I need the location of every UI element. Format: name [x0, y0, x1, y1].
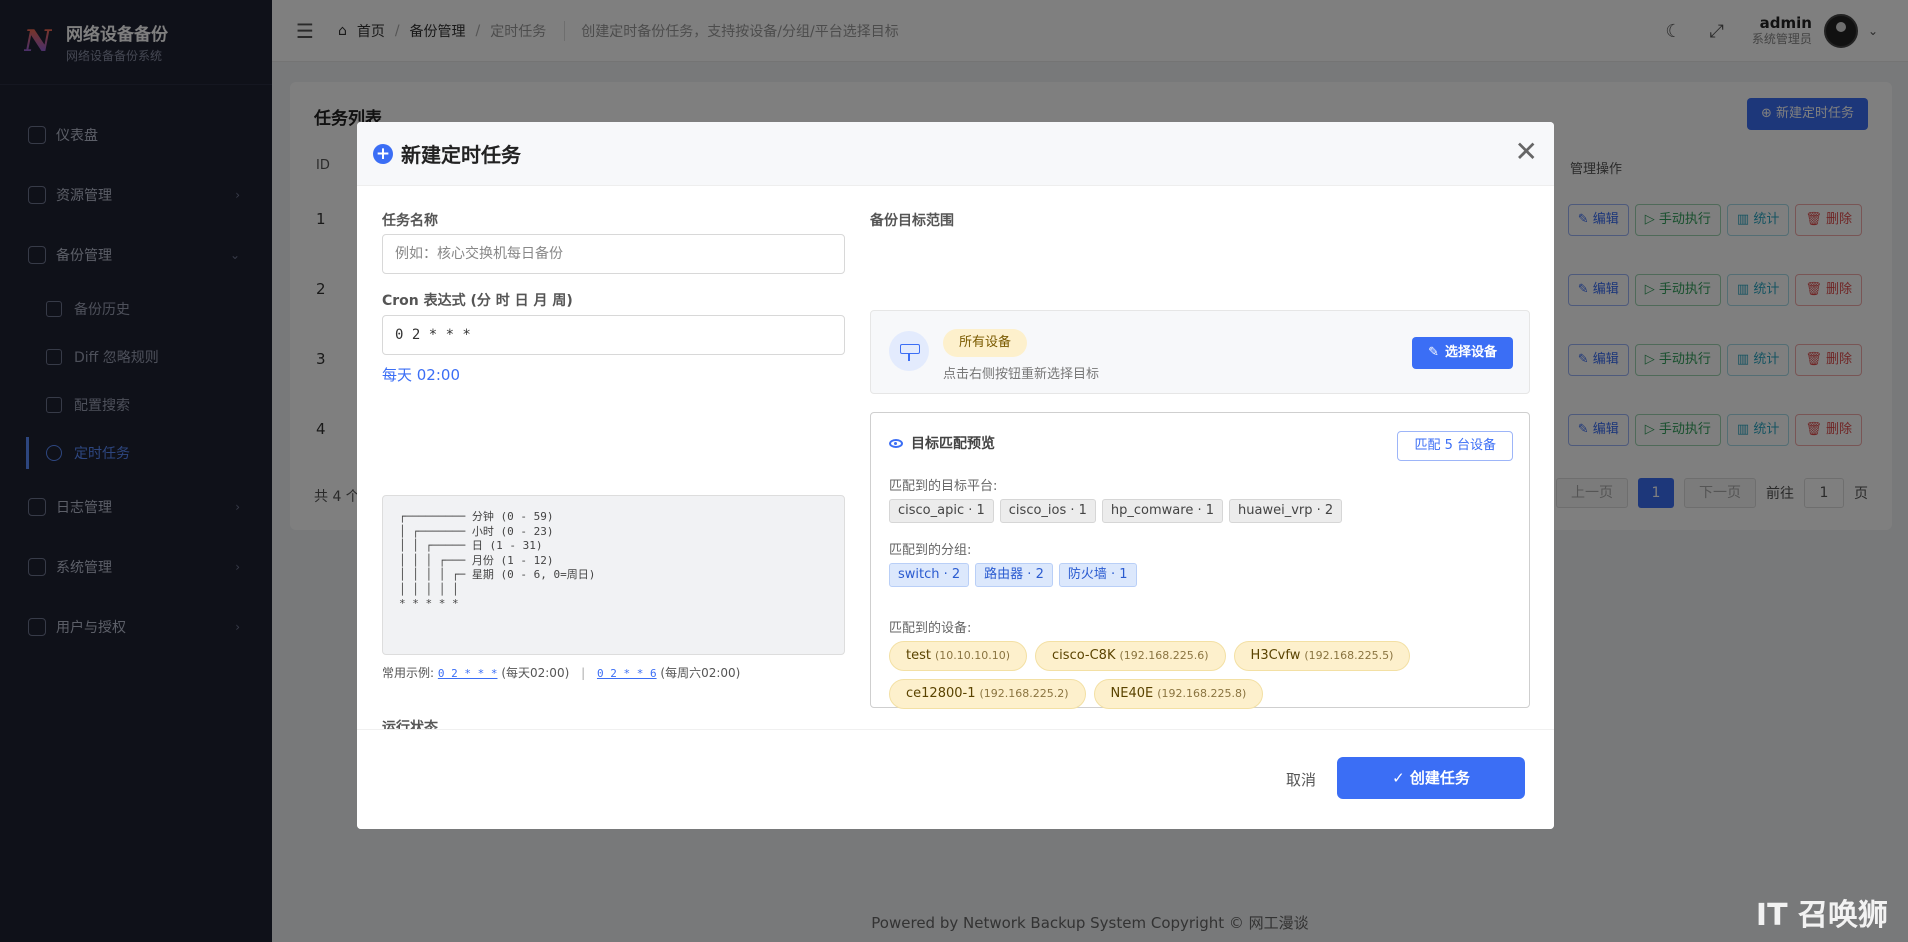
device-tag: test (10.10.10.10) [889, 641, 1028, 671]
match-preview-panel: 目标匹配预览 匹配 5 台设备 匹配到的目标平台: cisco_apic · 1… [870, 412, 1530, 709]
device-tag: NE40E (192.168.225.8) [1093, 679, 1264, 709]
platform-tags: cisco_apic · 1 cisco_ios · 1 hp_comware … [889, 499, 1509, 523]
scope-hint: 点击右侧按钮重新选择目标 [943, 367, 1100, 382]
dialog-body: 任务名称 例如：核心交换机每日备份 Cron 表达式 (分 时 日 月 周) 0… [357, 186, 1554, 765]
group-tag: 路由器 · 2 [975, 563, 1053, 587]
preview-title: 目标匹配预览 [889, 433, 995, 453]
create-task-label: 创建任务 [1409, 769, 1470, 787]
scope-label: 备份目标范围 [870, 213, 954, 229]
group-tags: switch · 2 路由器 · 2 防火墙 · 1 [889, 563, 1509, 587]
device-tag: H3Cvfw (192.168.225.5) [1233, 641, 1411, 671]
cron-hint: 每天 02:00 [382, 366, 460, 384]
device-label: 匹配到的设备: [889, 621, 972, 636]
new-task-dialog: + 新建定时任务 ✕ 任务名称 例如：核心交换机每日备份 Cron 表达式 (分… [357, 122, 1554, 829]
scope-tag: 所有设备 [943, 329, 1028, 357]
platform-label: 匹配到的目标平台: [889, 479, 998, 494]
select-devices-button[interactable]: ✎ 选择设备 [1412, 337, 1513, 369]
device-tag: cisco-C8K (192.168.225.6) [1035, 641, 1226, 671]
task-name-input[interactable]: 例如：核心交换机每日备份 [382, 234, 845, 274]
create-task-button[interactable]: ✓ 创建任务 [1337, 757, 1525, 799]
dialog-footer: 取消 ✓ 创建任务 [357, 729, 1554, 829]
platform-tag: huawei_vrp · 2 [1229, 499, 1343, 523]
example-code-daily[interactable]: 0 2 * * * [438, 667, 498, 680]
group-tag: 防火墙 · 1 [1058, 563, 1137, 587]
platform-tag: hp_comware · 1 [1101, 499, 1224, 523]
platform-tag: cisco_apic · 1 [889, 499, 994, 523]
example-desc: (每天02:00) [501, 666, 570, 680]
match-count-button[interactable]: 匹配 5 台设备 [1397, 431, 1513, 461]
select-devices-label: 选择设备 [1444, 345, 1497, 360]
watermark: IT 召唤狮 [1755, 898, 1888, 933]
cron-input[interactable]: 0 2 * * * [382, 315, 845, 355]
cron-examples: 常用示例: 0 2 * * * (每天02:00) | 0 2 * * 6 (每… [382, 664, 740, 681]
group-label: 匹配到的分组: [889, 543, 972, 558]
cron-label: Cron 表达式 (分 时 日 月 周) [382, 293, 573, 309]
example-desc: (每周六02:00) [660, 666, 741, 680]
network-icon [889, 331, 929, 371]
check-circle-icon: ✓ [1392, 769, 1410, 787]
preview-title-text: 目标匹配预览 [911, 436, 995, 452]
example-separator: | [581, 666, 586, 680]
examples-prefix: 常用示例: [382, 666, 435, 680]
dialog-header: + 新建定时任务 ✕ [357, 122, 1554, 186]
platform-tag: cisco_ios · 1 [999, 499, 1096, 523]
pencil-icon: ✎ [1428, 345, 1439, 360]
cron-diagram-text: ┌───────── 分钟 (0 - 59) │ ┌─────── 小时 (0 … [399, 510, 596, 610]
cancel-button[interactable]: 取消 [1286, 760, 1316, 800]
device-tag: ce12800-1 (192.168.225.2) [889, 679, 1086, 709]
task-name-label: 任务名称 [382, 213, 438, 229]
plus-circle-icon: + [373, 143, 393, 164]
cron-diagram: ┌───────── 分钟 (0 - 59) │ ┌─────── 小时 (0 … [382, 495, 845, 655]
close-icon[interactable]: ✕ [1515, 138, 1538, 166]
dialog-title: 新建定时任务 [401, 143, 521, 167]
group-tag: switch · 2 [889, 563, 970, 587]
scope-panel: 所有设备 点击右侧按钮重新选择目标 ✎ 选择设备 [870, 310, 1530, 394]
eye-icon [889, 438, 903, 448]
example-code-weekly[interactable]: 0 2 * * 6 [597, 667, 657, 680]
device-tags: test (10.10.10.10) cisco-C8K (192.168.225.… [889, 641, 1509, 709]
